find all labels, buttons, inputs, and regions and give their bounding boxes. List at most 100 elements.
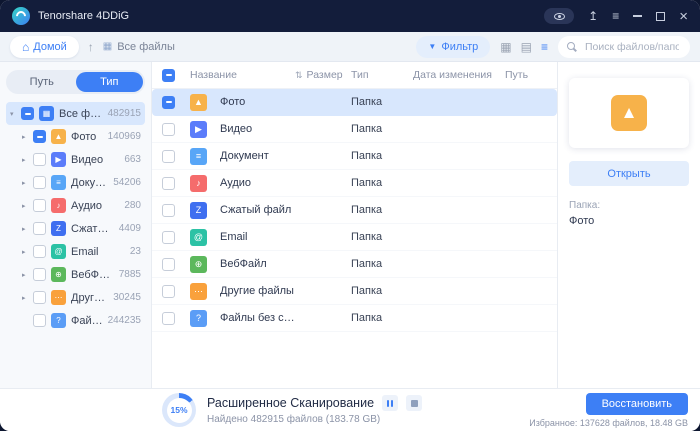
document-icon: ≡	[51, 175, 66, 190]
open-button[interactable]: Открыть	[569, 161, 689, 186]
list-view-icon[interactable]: ▤	[521, 41, 532, 53]
menu-icon[interactable]: ≡	[612, 10, 619, 22]
checkbox[interactable]	[162, 285, 175, 298]
table-row-webfile[interactable]: ⊕ ВебФайл Папка	[152, 251, 557, 278]
sort-icon[interactable]: ⇅	[295, 70, 303, 81]
sidebar-item-document[interactable]: ▸ ≡ Документ 54206	[6, 171, 145, 194]
expand-icon[interactable]: ▸	[22, 133, 33, 141]
item-count: 23	[126, 246, 141, 257]
column-name[interactable]: Название	[190, 69, 295, 81]
checkbox[interactable]	[33, 245, 46, 258]
home-button[interactable]: ⌂ Домой	[10, 36, 79, 58]
expand-icon[interactable]: ▾	[10, 110, 21, 118]
row-type: Папка	[351, 231, 413, 243]
table-row-email[interactable]: @ Email Папка	[152, 224, 557, 251]
expand-icon[interactable]: ▸	[22, 156, 33, 164]
tab-path[interactable]: Путь	[8, 72, 76, 92]
search-box[interactable]	[558, 36, 690, 58]
expand-icon[interactable]: ▸	[22, 179, 33, 187]
checkbox[interactable]	[33, 222, 46, 235]
item-count: 663	[120, 154, 141, 165]
table-header: Название ⇅ Размер Тип Дата изменения Пут…	[152, 62, 557, 89]
row-name: Видео	[220, 123, 252, 135]
photo-icon: ▲	[190, 94, 207, 111]
expand-icon[interactable]: ▸	[22, 271, 33, 279]
item-count: 54206	[109, 177, 141, 188]
table-row-other-files[interactable]: ⋯ Другие файлы Папка	[152, 278, 557, 305]
checkbox[interactable]	[33, 130, 46, 143]
eye-toggle[interactable]	[544, 8, 574, 24]
expand-icon[interactable]: ▸	[22, 294, 33, 302]
search-input[interactable]	[583, 40, 681, 54]
select-all-checkbox[interactable]	[162, 69, 175, 82]
sidebar-item-other-files[interactable]: ▸ ⋯ Другие файлы 30245	[6, 286, 145, 309]
checkbox[interactable]	[162, 96, 175, 109]
sidebar-item-archive[interactable]: ▸ Z Сжатый файл 4409	[6, 217, 145, 240]
preview-panel: ▲ Открыть Папка: Фото	[557, 62, 700, 388]
checkbox[interactable]	[162, 312, 175, 325]
checkbox[interactable]	[33, 199, 46, 212]
up-arrow-icon[interactable]: ↑	[88, 40, 94, 54]
share-icon[interactable]: ↥	[588, 10, 598, 22]
sidebar-item-video[interactable]: ▸ ▶ Видео 663	[6, 148, 145, 171]
folder-name: Фото	[569, 215, 689, 227]
column-type[interactable]: Тип	[351, 69, 413, 81]
sidebar-item-email[interactable]: ▸ @ Email 23	[6, 240, 145, 263]
expand-icon[interactable]: ▸	[22, 202, 33, 210]
stop-button[interactable]	[406, 395, 422, 411]
checkbox[interactable]	[33, 153, 46, 166]
checkbox[interactable]	[162, 177, 175, 190]
unknown-icon: ?	[51, 313, 66, 328]
sidebar-item-photo[interactable]: ▸ ▲ Фото 140969	[6, 125, 145, 148]
row-type: Папка	[351, 150, 413, 162]
scan-found-text: Найдено 482915 файлов (183.78 GB)	[207, 414, 422, 425]
app-window: Tenorshare 4DDiG ↥ ≡ × ⌂ Домой ↑ ▦ Все ф…	[0, 0, 700, 431]
checkbox[interactable]	[162, 258, 175, 271]
grid-view-icon[interactable]: ▦	[500, 41, 511, 53]
table-row-photo[interactable]: ▲ Фото Папка	[152, 89, 557, 116]
filter-button[interactable]: ▼ Фильтр	[416, 36, 490, 58]
app-logo-icon	[12, 7, 30, 25]
item-label: Файлы без...	[71, 315, 104, 327]
checkbox[interactable]	[162, 204, 175, 217]
column-modified[interactable]: Дата изменения	[413, 69, 505, 81]
table-row-archive[interactable]: Z Сжатый файл Папка	[152, 197, 557, 224]
minimize-button[interactable]	[633, 15, 642, 17]
row-type: Папка	[351, 285, 413, 297]
sidebar-item-all-files[interactable]: ▾ ▦ Все файлы 482915	[6, 102, 145, 125]
row-name-cell: ⊕ ВебФайл	[190, 256, 295, 273]
stop-icon	[411, 400, 418, 407]
table-row-audio[interactable]: ♪ Аудио Папка	[152, 170, 557, 197]
all-files-icon: ▦	[39, 106, 54, 121]
recover-button[interactable]: Восстановить	[586, 393, 688, 415]
detail-view-icon[interactable]: ≡	[541, 41, 548, 53]
checkbox[interactable]	[33, 291, 46, 304]
maximize-button[interactable]	[656, 12, 665, 21]
table-row-document[interactable]: ≡ Документ Папка	[152, 143, 557, 170]
checkbox[interactable]	[162, 123, 175, 136]
checkbox[interactable]	[162, 150, 175, 163]
table-row-no-suffix[interactable]: ? Файлы без суффи... Папка	[152, 305, 557, 332]
row-name: Email	[220, 231, 248, 243]
checkbox[interactable]	[33, 314, 46, 327]
column-size[interactable]: ⇅ Размер	[295, 69, 351, 81]
pause-button[interactable]	[382, 395, 398, 411]
other-files-icon: ⋯	[190, 283, 207, 300]
checkbox[interactable]	[21, 107, 34, 120]
sidebar-item-audio[interactable]: ▸ ♪ Аудио 280	[6, 194, 145, 217]
checkbox[interactable]	[33, 176, 46, 189]
tab-type[interactable]: Тип	[76, 72, 144, 92]
sidebar-item-webfile[interactable]: ▸ ⊕ ВебФайл 7885	[6, 263, 145, 286]
breadcrumb[interactable]: ▦ Все файлы	[103, 41, 175, 53]
checkbox[interactable]	[162, 231, 175, 244]
expand-icon[interactable]: ▸	[22, 225, 33, 233]
scan-progress-value: 15%	[167, 398, 192, 423]
checkbox[interactable]	[33, 268, 46, 281]
pause-icon	[387, 400, 389, 407]
sidebar-item-no-suffix[interactable]: ? Файлы без... 244235	[6, 309, 145, 332]
table-row-video[interactable]: ▶ Видео Папка	[152, 116, 557, 143]
column-path[interactable]: Путь	[505, 69, 547, 81]
expand-icon[interactable]: ▸	[22, 248, 33, 256]
close-button[interactable]: ×	[679, 9, 688, 24]
titlebar: Tenorshare 4DDiG ↥ ≡ ×	[0, 0, 700, 32]
